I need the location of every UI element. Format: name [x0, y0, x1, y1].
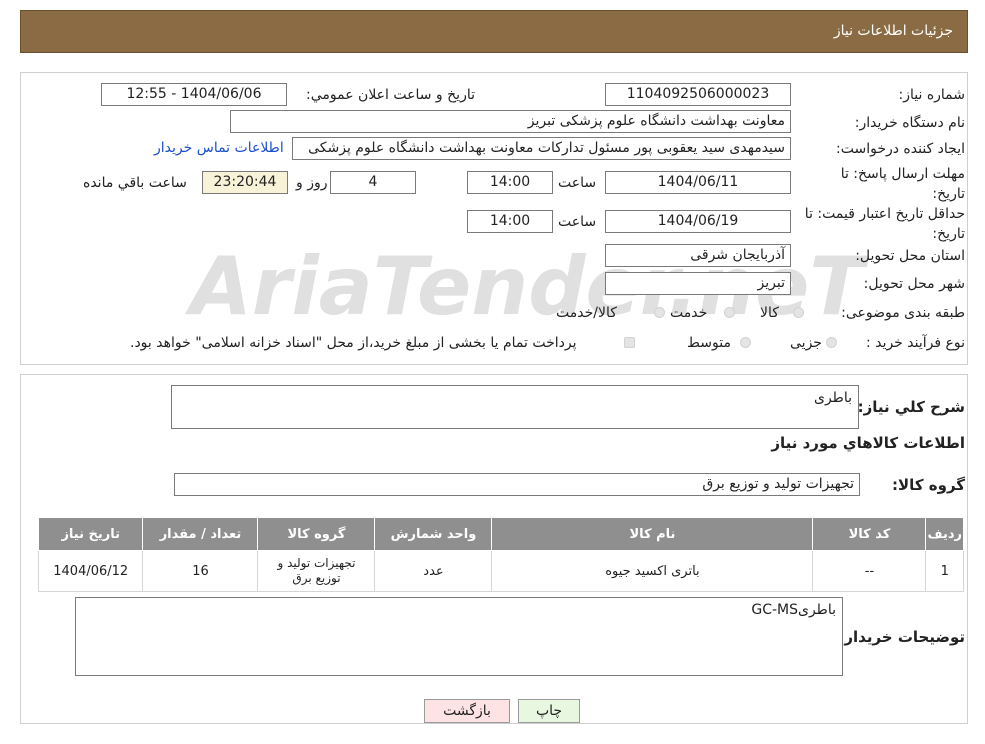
col-header-group: گروه کالا — [257, 517, 376, 551]
need-number-field: 1104092506000023 — [605, 83, 791, 106]
category-radio-service[interactable] — [724, 307, 735, 318]
cell-date: 1404/06/12 — [37, 550, 144, 592]
process-option-minor: جزیی — [790, 335, 822, 351]
col-header-date: تاریخ نیاز — [37, 517, 144, 551]
validity-time-label: ساعت — [558, 214, 597, 230]
category-option-goods: کالا — [760, 305, 779, 321]
page-header: جزئیات اطلاعات نیاز — [20, 10, 968, 53]
remaining-label: ساعت باقي مانده — [83, 175, 187, 191]
table-row: 1 -- باتری اکسید جیوه عدد تجهیزات تولید … — [37, 550, 964, 592]
col-header-name: نام کالا — [491, 517, 814, 551]
reply-time-label: ساعت — [558, 175, 597, 191]
announce-datetime-field: 1404/06/06 - 12:55 — [101, 83, 287, 106]
items-table: رديف کد کالا نام کالا واحد شمارش گروه کا… — [37, 517, 964, 592]
group-field: تجهیزات تولید و توزیع برق — [174, 473, 860, 496]
process-radio-minor[interactable] — [826, 337, 837, 348]
buyer-notes-label: توضیحات خریدار: — [838, 628, 965, 646]
cell-row: 1 — [925, 550, 964, 592]
summary-textarea[interactable]: باطری — [171, 385, 859, 429]
category-radio-goods-service[interactable] — [654, 307, 665, 318]
items-section-title: اطلاعات کالاهاي مورد نياز — [771, 434, 965, 452]
validity-date-field: 1404/06/19 — [605, 210, 791, 233]
category-radio-goods[interactable] — [793, 307, 804, 318]
buyer-org-field: معاونت بهداشت دانشگاه علوم پزشکی تبریز — [230, 110, 791, 133]
payment-note: پرداخت تمام یا بخشی از مبلغ خرید،از محل … — [130, 335, 577, 351]
validity-label: حداقل تاریخ اعتبار قیمت: تا تاریخ: — [804, 206, 965, 242]
days-field: 4 — [330, 171, 416, 194]
process-option-medium: متوسط — [687, 335, 731, 351]
cell-qty: 16 — [142, 550, 259, 592]
category-option-goods-service: کالا/خدمت — [556, 305, 617, 321]
buyer-notes-textarea[interactable]: باطریGC-MS — [75, 597, 843, 676]
province-label: استان محل تحویل: — [855, 248, 965, 264]
requester-label: ایجاد کننده درخواست: — [836, 141, 965, 157]
items-table-wrapper: رديف کد کالا نام کالا واحد شمارش گروه کا… — [37, 517, 964, 592]
city-field: تبریز — [605, 272, 791, 295]
validity-time-field: 14:00 — [467, 210, 553, 233]
back-button[interactable]: بازگشت — [424, 699, 510, 723]
summary-label: شرح کلي نياز: — [857, 398, 965, 416]
city-label: شهر محل تحویل: — [863, 276, 965, 292]
table-header-row: رديف کد کالا نام کالا واحد شمارش گروه کا… — [37, 517, 964, 551]
process-radio-medium[interactable] — [740, 337, 751, 348]
reply-date-field: 1404/06/11 — [605, 171, 791, 194]
col-header-qty: تعداد / مقدار — [142, 517, 259, 551]
reply-time-field: 14:00 — [467, 171, 553, 194]
col-header-row: رديف — [925, 517, 964, 551]
payment-checkbox[interactable] — [624, 337, 635, 348]
category-label: طبقه بندی موضوعی: — [841, 305, 965, 321]
print-button[interactable]: چاپ — [518, 699, 580, 723]
cell-unit: عدد — [374, 550, 493, 592]
need-number-label: شماره نیاز: — [898, 87, 966, 103]
cell-name: باتری اکسید جیوه — [491, 550, 814, 592]
page-title: جزئیات اطلاعات نیاز — [833, 23, 953, 39]
remaining-time-field: 23:20:44 — [202, 171, 288, 194]
col-header-unit: واحد شمارش — [374, 517, 493, 551]
requester-field: سیدمهدی سید یعقوبی پور مسئول تدارکات معا… — [292, 137, 791, 160]
col-header-code: کد کالا — [812, 517, 927, 551]
province-field: آذربایجان شرقی — [605, 244, 791, 267]
group-label: گروه کالا: — [892, 476, 965, 494]
cell-code: -- — [812, 550, 927, 592]
process-label: نوع فرآیند خرید : — [866, 335, 965, 351]
cell-group: تجهیزات تولید و توزیع برق — [257, 550, 376, 592]
reply-deadline-label: مهلت ارسال پاسخ: تا تاریخ: — [840, 166, 965, 202]
days-label: روز و — [296, 175, 328, 191]
category-option-service: خدمت — [670, 305, 708, 321]
contact-info-link[interactable]: اطلاعات تماس خریدار — [154, 140, 284, 156]
announce-label: تاریخ و ساعت اعلان عمومي: — [306, 87, 475, 103]
buyer-org-label: نام دستگاه خریدار: — [854, 115, 965, 131]
